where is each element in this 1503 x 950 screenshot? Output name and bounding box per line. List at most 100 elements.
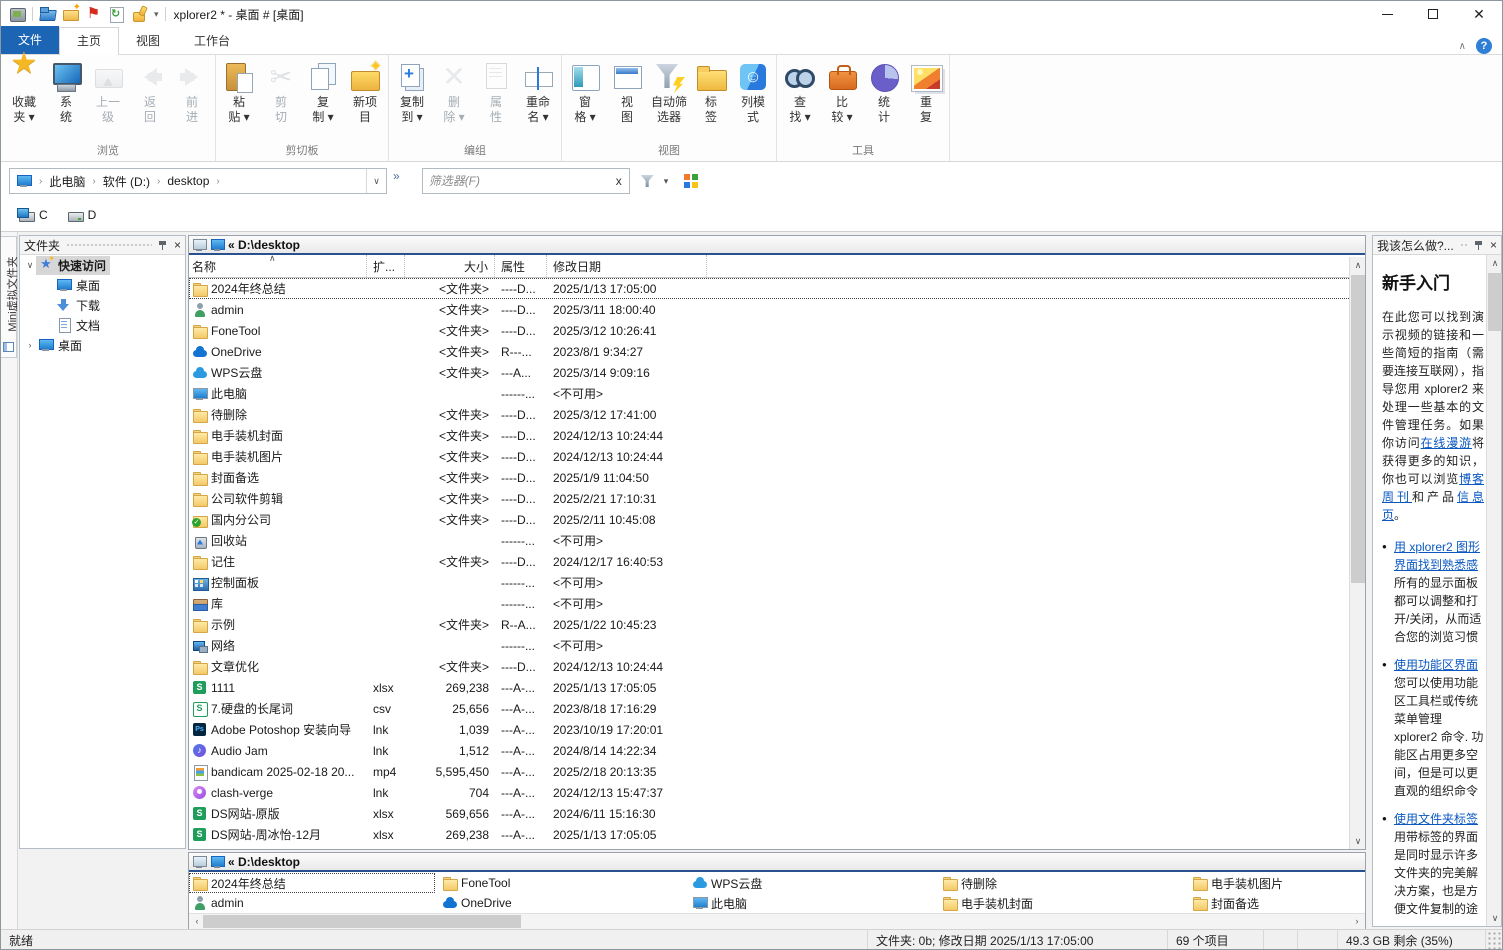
statistics-button[interactable]: 统计 xyxy=(863,56,905,140)
table-row[interactable]: 控制面板------...<不可用> xyxy=(189,572,1365,593)
list-item[interactable]: 待删除 xyxy=(939,873,1189,893)
table-row[interactable]: Adobe Potoshop 安装向导lnk1,039---A-...2023/… xyxy=(189,719,1365,740)
horizontal-scrollbar[interactable]: ‹ › xyxy=(189,913,1365,929)
table-row[interactable]: 7.硬盘的长尾词csv25,656---A-...2023/8/18 17:16… xyxy=(189,698,1365,719)
breadcrumb-dropdown-icon[interactable]: ∨ xyxy=(366,169,386,193)
table-row[interactable]: OneDrive<文件夹>R---...2023/8/1 9:34:27 xyxy=(189,341,1365,362)
maximize-button[interactable] xyxy=(1410,1,1456,27)
copy-button[interactable]: 复制 ▾ xyxy=(302,56,344,140)
duplicates-button[interactable]: 重复 xyxy=(905,56,947,140)
tree-item-desktop[interactable]: ›桌面 xyxy=(20,335,185,355)
color-grid-icon[interactable] xyxy=(684,174,698,188)
properties-button[interactable]: 属性 xyxy=(475,56,517,140)
tree-item-quick-access[interactable]: ∨快速访问 xyxy=(20,255,185,275)
main-pane-tab[interactable]: « D:\desktop xyxy=(228,238,300,252)
table-row[interactable]: WPS云盘<文件夹>---A...2025/3/14 9:09:16 xyxy=(189,362,1365,383)
list-item[interactable]: OneDrive xyxy=(439,893,689,913)
delete-button[interactable]: 删除 ▾ xyxy=(433,56,475,140)
table-row[interactable]: 库------...<不可用> xyxy=(189,593,1365,614)
table-row[interactable]: 回收站------...<不可用> xyxy=(189,530,1365,551)
table-row[interactable]: admin<文件夹>----D...2025/3/11 18:00:40 xyxy=(189,299,1365,320)
compare-button[interactable]: 比较 ▾ xyxy=(821,56,863,140)
scroll-up-icon[interactable]: ∧ xyxy=(1350,257,1366,273)
tags-button[interactable]: 标签 xyxy=(690,56,732,140)
breadcrumb-item[interactable]: desktop xyxy=(167,174,209,188)
help-link[interactable]: 在线漫游 xyxy=(1421,436,1472,450)
list-item[interactable]: admin xyxy=(189,893,439,913)
rename-button[interactable]: 重命名 ▾ xyxy=(517,56,559,140)
table-row[interactable]: 封面备选<文件夹>----D...2025/1/9 11:04:50 xyxy=(189,467,1365,488)
table-row[interactable]: clash-vergelnk704---A-...2024/12/13 15:4… xyxy=(189,782,1365,803)
breadcrumb-overflow-icon[interactable]: » xyxy=(393,169,400,183)
list-item[interactable]: 此电脑 xyxy=(689,893,939,913)
tree-item-desktop[interactable]: 桌面 xyxy=(20,275,185,295)
table-row[interactable]: 此电脑------...<不可用> xyxy=(189,383,1365,404)
table-row[interactable]: 记住<文件夹>----D...2024/12/17 16:40:53 xyxy=(189,551,1365,572)
drag-grip[interactable] xyxy=(1460,243,1468,248)
table-row[interactable]: DS网站-原版xlsx569,656---A-...2024/6/11 15:1… xyxy=(189,803,1365,824)
table-row[interactable]: 电手装机图片<文件夹>----D...2024/12/13 10:24:44 xyxy=(189,446,1365,467)
table-row[interactable]: 电手装机封面<文件夹>----D...2024/12/13 10:24:44 xyxy=(189,425,1365,446)
paste-button[interactable]: 粘贴 ▾ xyxy=(218,56,260,140)
scrollbar-thumb[interactable] xyxy=(203,915,521,928)
close-button[interactable]: ✕ xyxy=(1456,1,1502,27)
thumbs-up-icon[interactable] xyxy=(131,6,148,22)
ribbon-tab-3[interactable]: 视图 xyxy=(119,28,177,54)
back-button[interactable]: 返回 xyxy=(129,56,171,140)
list-item[interactable]: 2024年终总结 xyxy=(189,873,435,893)
table-row[interactable]: 待删除<文件夹>----D...2025/3/12 17:41:00 xyxy=(189,404,1365,425)
table-row[interactable]: 公司软件剪辑<文件夹>----D...2025/2/21 17:10:31 xyxy=(189,488,1365,509)
table-row[interactable]: 1111xlsx269,238---A-...2025/1/13 17:05:0… xyxy=(189,677,1365,698)
pin-icon[interactable] xyxy=(158,239,169,251)
filter-box[interactable]: x xyxy=(422,168,630,194)
view-button[interactable]: 视图 xyxy=(606,56,648,140)
help-link[interactable]: 使用功能区界面 xyxy=(1394,656,1484,674)
ribbon-tab-2[interactable]: 主页 xyxy=(59,27,119,55)
help-link[interactable]: 使用文件夹标签 xyxy=(1394,810,1484,828)
table-row[interactable]: Audio Jamlnk1,512---A-...2024/8/14 14:22… xyxy=(189,740,1365,761)
funnel-icon[interactable] xyxy=(640,173,656,189)
table-row[interactable]: DS网站-周冰怡-12月xlsx269,238---A-...2025/1/13… xyxy=(189,824,1365,845)
new-folder-icon[interactable] xyxy=(62,6,79,22)
open-folder-icon[interactable] xyxy=(39,6,56,22)
tree-item-document[interactable]: 文档 xyxy=(20,315,185,335)
scrollbar-thumb[interactable] xyxy=(1488,273,1502,331)
close-icon[interactable]: × xyxy=(174,239,181,251)
table-row[interactable]: 网络------...<不可用> xyxy=(189,635,1365,656)
pin-icon[interactable] xyxy=(1474,239,1485,251)
flag-icon[interactable]: ⚑ xyxy=(85,6,102,22)
scrollbar-thumb[interactable] xyxy=(1351,275,1365,583)
scroll-down-icon[interactable]: ∨ xyxy=(1350,833,1366,849)
table-row[interactable]: 2024年终总结<文件夹>----D...2025/1/13 17:05:00 xyxy=(189,278,1365,299)
drive-tab-d[interactable]: D xyxy=(62,206,101,225)
list-item[interactable]: FoneTool xyxy=(439,873,689,893)
column-header-attr[interactable]: 属性 xyxy=(495,255,547,277)
column-header-ext[interactable]: 扩... xyxy=(367,255,405,277)
qat-dropdown-icon[interactable]: ▾ xyxy=(154,9,159,20)
find-button[interactable]: 查找 ▾ xyxy=(779,56,821,140)
up-level-button[interactable]: 上一级 xyxy=(87,56,129,140)
breadcrumb-item[interactable]: 软件 (D:) xyxy=(103,173,150,190)
cut-button[interactable]: 剪切 xyxy=(260,56,302,140)
new-item-button[interactable]: 新项目 xyxy=(344,56,386,140)
filter-clear-icon[interactable]: x xyxy=(609,174,629,188)
minimize-button[interactable] xyxy=(1364,1,1410,27)
panes-button[interactable]: 窗格 ▾ xyxy=(564,56,606,140)
scroll-down-icon[interactable]: ∨ xyxy=(1487,910,1503,926)
resize-grip[interactable] xyxy=(1486,930,1502,950)
tree-item-download[interactable]: 下载 xyxy=(20,295,185,315)
vertical-scrollbar[interactable]: ∧ ∨ xyxy=(1486,255,1501,926)
drive-tab-c[interactable]: C xyxy=(13,206,52,225)
favorites-button[interactable]: 收藏夹 ▾ xyxy=(3,56,45,140)
system-button[interactable]: 系统 xyxy=(45,56,87,140)
list-item[interactable]: 电手装机图片 xyxy=(1189,873,1365,893)
ribbon-tab-4[interactable]: 工作台 xyxy=(177,28,247,54)
column-mode-button[interactable]: 列模式 xyxy=(732,56,774,140)
list-item[interactable]: WPS云盘 xyxy=(689,873,939,893)
column-header-name[interactable]: 名称 xyxy=(189,255,367,277)
scroll-right-icon[interactable]: › xyxy=(1349,914,1365,929)
copy-to-button[interactable]: 复制到 ▾ xyxy=(391,56,433,140)
table-row[interactable]: FoneTool<文件夹>----D...2025/3/12 10:26:41 xyxy=(189,320,1365,341)
bottom-pane-tab[interactable]: « D:\desktop xyxy=(228,855,300,869)
table-row[interactable]: 文章优化<文件夹>----D...2024/12/13 10:24:44 xyxy=(189,656,1365,677)
